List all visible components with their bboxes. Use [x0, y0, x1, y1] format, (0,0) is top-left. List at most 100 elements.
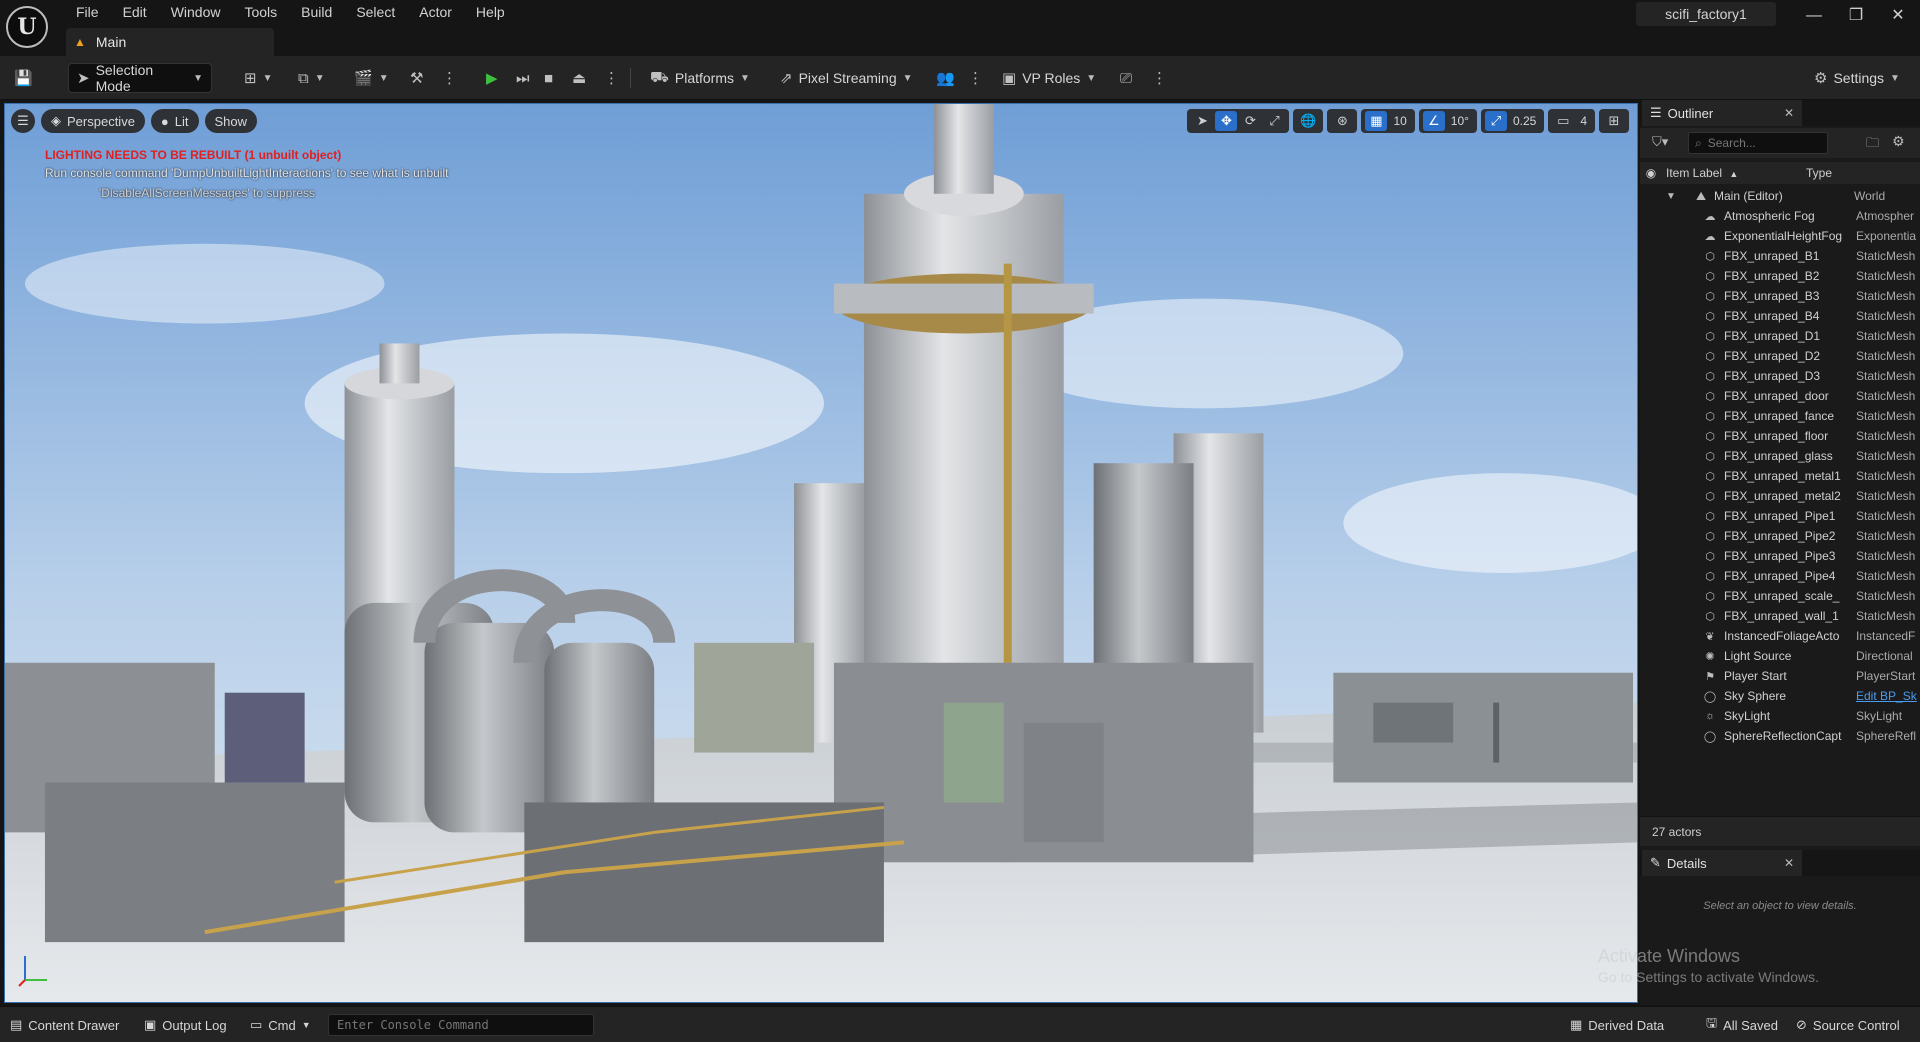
outliner-item-type-link[interactable]: Edit BP_Sk	[1856, 689, 1920, 703]
output-log-button[interactable]: ▣ Output Log	[144, 1015, 227, 1035]
eject-button[interactable]: ⏏	[572, 63, 586, 93]
outliner-row[interactable]: ⬡ FBX_unraped_Pipe2 StaticMesh	[1640, 526, 1920, 546]
vp-roles-dropdown[interactable]: ▣ VP Roles ▼	[1002, 63, 1096, 93]
column-type[interactable]: Type	[1802, 166, 1902, 180]
outliner-root-row[interactable]: ▼ ⛰ Main (Editor) World	[1640, 186, 1920, 206]
gear-icon[interactable]: ⚙	[1892, 133, 1905, 150]
more-options-button[interactable]: ⋮	[442, 63, 457, 93]
save-button[interactable]: 💾	[14, 63, 33, 93]
visibility-icon[interactable]: ◉	[1640, 166, 1662, 180]
translate-tool-icon[interactable]: ✥	[1215, 111, 1238, 131]
outliner-row[interactable]: ☼ SkyLight SkyLight	[1640, 706, 1920, 726]
menu-actor[interactable]: Actor	[407, 2, 464, 22]
platforms-dropdown[interactable]: ⛟ Platforms ▼	[650, 63, 750, 93]
outliner-row[interactable]: ⬡ FBX_unraped_metal2 StaticMesh	[1640, 486, 1920, 506]
cinematics-button[interactable]: 🎬 ▼	[354, 63, 389, 93]
outliner-row[interactable]: ❦ InstancedFoliageActo InstancedF	[1640, 626, 1920, 646]
outliner-row[interactable]: ⬡ FBX_unraped_scale_ StaticMesh	[1640, 586, 1920, 606]
outliner-row[interactable]: ◯ SphereReflectionCapt SphereRefl	[1640, 726, 1920, 746]
details-tab[interactable]: ✎ Details ✕	[1642, 850, 1802, 876]
level-tab[interactable]: ▲ Main	[66, 28, 274, 56]
menu-edit[interactable]: Edit	[111, 2, 159, 22]
console-command-input[interactable]: Enter Console Command	[328, 1014, 594, 1036]
new-folder-icon[interactable]: 🗀	[1866, 134, 1879, 156]
cmd-dropdown[interactable]: ▭ Cmd ▼	[250, 1015, 311, 1035]
outliner-row[interactable]: ⬡ FBX_unraped_Pipe1 StaticMesh	[1640, 506, 1920, 526]
source-control-button[interactable]: ⊘ Source Control	[1796, 1015, 1900, 1035]
scale-snap-value[interactable]: 0.25	[1509, 114, 1540, 128]
select-tool-icon[interactable]: ➤	[1191, 111, 1213, 131]
multi-user-button[interactable]: 👥	[936, 63, 955, 93]
outliner-row[interactable]: ◯ Sky Sphere Edit BP_Sk	[1640, 686, 1920, 706]
angle-icon[interactable]: ∠	[1422, 111, 1445, 131]
outliner-row[interactable]: ⚑ Player Start PlayerStart	[1640, 666, 1920, 686]
settings-dropdown[interactable]: ⚙ Settings ▼	[1814, 63, 1900, 93]
add-actor-button[interactable]: ⊞ ▼	[244, 63, 272, 93]
perspective-button[interactable]: ◈ Perspective	[41, 109, 145, 133]
outliner-row[interactable]: ⬡ FBX_unraped_Pipe4 StaticMesh	[1640, 566, 1920, 586]
vcam-options-button[interactable]: ⋮	[1152, 63, 1167, 93]
stop-button[interactable]: ■	[544, 63, 553, 93]
layout-button[interactable]: ⊞	[1599, 109, 1629, 133]
column-item-label[interactable]: Item Label ▲	[1662, 166, 1802, 180]
outliner-row[interactable]: ⬡ FBX_unraped_metal1 StaticMesh	[1640, 466, 1920, 486]
scale-tool-icon[interactable]: ⤢	[1263, 111, 1285, 131]
play-options-button[interactable]: ⋮	[604, 63, 619, 93]
filter-icon[interactable]: ⛉▾	[1652, 134, 1668, 150]
outliner-search-input[interactable]: ⌕ Search...	[1688, 132, 1828, 154]
outliner-row[interactable]: ⬡ FBX_unraped_B3 StaticMesh	[1640, 286, 1920, 306]
world-space-icon[interactable]: 🌐	[1297, 111, 1319, 131]
rotate-tool-icon[interactable]: ⟳	[1239, 111, 1261, 131]
derived-data-button[interactable]: ▦ Derived Data	[1570, 1015, 1664, 1035]
outliner-row[interactable]: ⬡ FBX_unraped_D3 StaticMesh	[1640, 366, 1920, 386]
outliner-row[interactable]: ⬡ FBX_unraped_Pipe3 StaticMesh	[1640, 546, 1920, 566]
close-window-button[interactable]: ✕	[1878, 4, 1918, 28]
blueprint-button[interactable]: ⧉ ▼	[298, 63, 325, 93]
outliner-row[interactable]: ☁ Atmospheric Fog Atmospher	[1640, 206, 1920, 226]
multi-user-options-button[interactable]: ⋮	[968, 63, 983, 93]
rotation-snap-value[interactable]: 10°	[1447, 114, 1473, 128]
grid-snap-icon[interactable]: ▦	[1365, 111, 1388, 131]
surface-snap-icon[interactable]: ⊛	[1331, 111, 1353, 131]
pixel-streaming-dropdown[interactable]: ⇗ Pixel Streaming ▼	[780, 63, 913, 93]
menu-build[interactable]: Build	[289, 2, 344, 22]
scene-render[interactable]	[5, 104, 1637, 1002]
outliner-row[interactable]: ⬡ FBX_unraped_door StaticMesh	[1640, 386, 1920, 406]
selection-mode-dropdown[interactable]: ➤ Selection Mode ▼	[68, 62, 212, 94]
content-drawer-button[interactable]: ▤ Content Drawer	[10, 1015, 119, 1035]
menu-file[interactable]: File	[64, 2, 111, 22]
outliner-row[interactable]: ✺ Light Source Directional	[1640, 646, 1920, 666]
camera-speed-value[interactable]: 4	[1576, 114, 1591, 128]
close-icon[interactable]: ✕	[1784, 856, 1794, 870]
minimize-button[interactable]: —	[1794, 4, 1834, 28]
scale-snap-icon[interactable]: ⤢	[1484, 111, 1507, 131]
collapse-arrow-icon[interactable]: ▼	[1666, 191, 1696, 202]
menu-window[interactable]: Window	[159, 2, 233, 22]
outliner-row[interactable]: ⬡ FBX_unraped_B1 StaticMesh	[1640, 246, 1920, 266]
virtual-camera-button[interactable]: ⎚	[1120, 63, 1132, 93]
outliner-row[interactable]: ⬡ FBX_unraped_fance StaticMesh	[1640, 406, 1920, 426]
camera-speed-icon[interactable]: ▭	[1552, 111, 1574, 131]
viewport-menu-button[interactable]: ☰	[11, 109, 35, 133]
outliner-row[interactable]: ⬡ FBX_unraped_D2 StaticMesh	[1640, 346, 1920, 366]
unreal-logo-icon[interactable]: U	[6, 6, 48, 48]
grid-snap-value[interactable]: 10	[1389, 114, 1410, 128]
show-button[interactable]: Show	[204, 109, 258, 133]
menu-select[interactable]: Select	[344, 2, 407, 22]
outliner-row[interactable]: ☁ ExponentialHeightFog Exponentia	[1640, 226, 1920, 246]
advance-frame-button[interactable]: ⏭	[516, 63, 530, 93]
outliner-row[interactable]: ⬡ FBX_unraped_wall_1 StaticMesh	[1640, 606, 1920, 626]
outliner-row[interactable]: ⬡ FBX_unraped_B4 StaticMesh	[1640, 306, 1920, 326]
outliner-row[interactable]: ⬡ FBX_unraped_floor StaticMesh	[1640, 426, 1920, 446]
all-saved-button[interactable]: 🖫 All Saved	[1706, 1015, 1778, 1035]
menu-tools[interactable]: Tools	[232, 2, 289, 22]
outliner-row[interactable]: ⬡ FBX_unraped_glass StaticMesh	[1640, 446, 1920, 466]
outliner-tab[interactable]: ☰ Outliner ✕	[1642, 100, 1802, 126]
close-icon[interactable]: ✕	[1784, 106, 1794, 120]
menu-help[interactable]: Help	[464, 2, 517, 22]
lit-button[interactable]: ● Lit	[150, 109, 199, 133]
level-viewport[interactable]: ☰ ◈ Perspective ● Lit Show ➤ ✥ ⟳ ⤢ 🌐 ⊛ ▦…	[4, 103, 1638, 1003]
outliner-row[interactable]: ⬡ FBX_unraped_D1 StaticMesh	[1640, 326, 1920, 346]
play-button[interactable]: ▶	[486, 63, 498, 93]
outliner-row[interactable]: ⬡ FBX_unraped_B2 StaticMesh	[1640, 266, 1920, 286]
